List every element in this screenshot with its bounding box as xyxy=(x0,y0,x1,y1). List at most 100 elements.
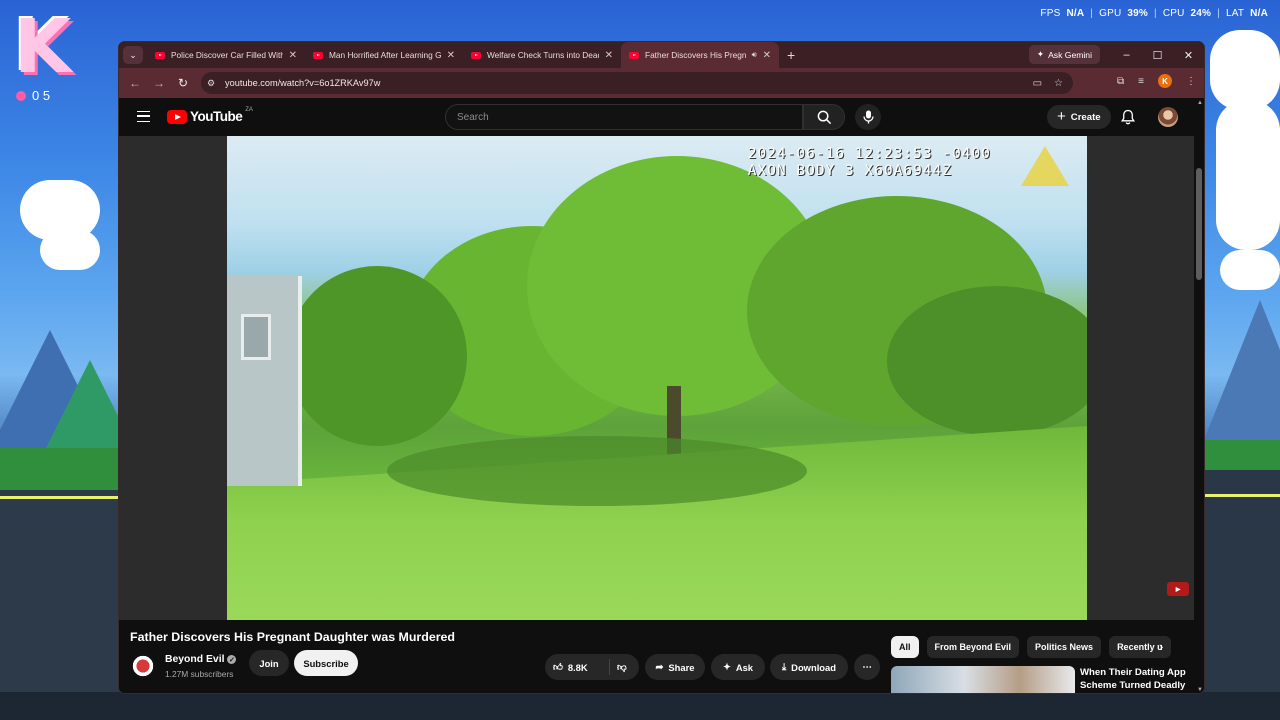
search-icon xyxy=(817,110,831,124)
site-info-icon[interactable]: ⚙ xyxy=(207,78,217,88)
create-label: Create xyxy=(1070,111,1101,123)
youtube-logo[interactable]: YouTube ZA xyxy=(167,106,253,124)
house-siding xyxy=(227,276,302,486)
channel-avatar[interactable] xyxy=(130,653,156,679)
tab-1[interactable]: Police Discover Car Filled With ✕ xyxy=(147,42,305,68)
minimize-icon[interactable]: – xyxy=(1111,42,1142,68)
close-window-icon[interactable]: ✕ xyxy=(1173,42,1204,68)
search-input[interactable]: Search xyxy=(445,104,803,130)
thumbs-down-icon[interactable]: 👎︎ xyxy=(617,661,627,673)
like-divider xyxy=(609,659,610,675)
url-text[interactable]: youtube.com/watch?v=6o1ZRKAv97w xyxy=(225,78,380,88)
close-tab-icon[interactable]: ✕ xyxy=(289,50,297,61)
chip-politics-news[interactable]: Politics News xyxy=(1027,636,1102,658)
share-label: Share xyxy=(668,661,695,673)
audio-visualizer-line xyxy=(1204,494,1280,497)
bookmark-star-icon[interactable]: ☆ xyxy=(1054,78,1063,89)
browser-window: ⌄ Police Discover Car Filled With ✕ Man … xyxy=(118,41,1205,694)
omnibox-actions: ▭ ☆ xyxy=(1033,72,1063,94)
new-tab-button[interactable]: + xyxy=(787,47,795,63)
bodycam-timestamp: 2024-06-16 12:23:53 -0400 xyxy=(747,146,991,162)
create-button[interactable]: + Create xyxy=(1047,105,1111,129)
scroll-down-icon[interactable]: ▼ xyxy=(1197,687,1203,693)
sparkle-icon: ✦ xyxy=(722,661,731,672)
youtube-favicon-icon xyxy=(155,51,165,59)
youtube-favicon-icon xyxy=(471,51,481,59)
join-label: Join xyxy=(259,657,279,669)
more-actions-button[interactable]: ⋯ xyxy=(854,654,880,680)
hamburger-menu-icon[interactable] xyxy=(137,111,150,122)
microphone-icon xyxy=(862,110,874,124)
notifications-bell-icon[interactable] xyxy=(1121,109,1135,125)
performance-overlay: FPS N/A | GPU 39% | CPU 24% | LAT N/A xyxy=(1040,8,1268,19)
share-button[interactable]: ➦ Share xyxy=(645,654,705,680)
download-button[interactable]: ⤓ Download xyxy=(770,654,848,680)
mountain xyxy=(1200,300,1280,450)
chip-from-channel[interactable]: From Beyond Evil xyxy=(926,636,1020,658)
channel-name-text: Beyond Evil xyxy=(165,654,225,665)
speaker-icon[interactable]: 🔊︎ xyxy=(752,50,757,60)
close-tab-icon[interactable]: ✕ xyxy=(447,50,455,61)
tree-foliage xyxy=(287,266,467,446)
close-tab-icon[interactable]: ✕ xyxy=(605,50,613,61)
window-controls: – ☐ ✕ xyxy=(1111,42,1204,68)
video-title: Father Discovers His Pregnant Daughter w… xyxy=(130,630,456,644)
cloud xyxy=(1210,30,1280,110)
cast-icon[interactable]: ▭ xyxy=(1033,78,1042,89)
extensions-icon[interactable]: ⧉ xyxy=(1117,76,1124,87)
toolbar: ← → ↻ ⚙ youtube.com/watch?v=6o1ZRKAv97w … xyxy=(119,68,1204,98)
separator: | xyxy=(1090,8,1094,19)
address-bar[interactable]: ⚙ youtube.com/watch?v=6o1ZRKAv97w ▭ ☆ xyxy=(201,72,1073,94)
toolbar-right: ⧉ ≡ K ⋮ xyxy=(1117,74,1196,88)
chip-all[interactable]: All xyxy=(891,636,919,658)
user-avatar[interactable] xyxy=(1158,107,1178,127)
scrollbar-thumb[interactable] xyxy=(1196,168,1202,280)
channel-name[interactable]: Beyond Evil ✓ xyxy=(165,654,237,665)
page-scrollbar[interactable]: ▲ ▼ xyxy=(1194,98,1204,693)
recommendation-thumbnail[interactable] xyxy=(891,666,1075,693)
close-tab-icon[interactable]: ✕ xyxy=(763,50,771,61)
channel-watermark-icon[interactable]: ▶ xyxy=(1167,582,1189,596)
gpu-value: 39% xyxy=(1127,8,1148,19)
ask-button[interactable]: ✦ Ask xyxy=(711,654,765,680)
maximize-icon[interactable]: ☐ xyxy=(1142,42,1173,68)
tab-3[interactable]: Welfare Check Turns into Deadl ✕ xyxy=(463,42,621,68)
subscribe-button[interactable]: Subscribe xyxy=(294,650,358,676)
country-code: ZA xyxy=(245,106,253,113)
tab-title: Welfare Check Turns into Deadl xyxy=(487,50,599,60)
like-button[interactable]: 👍︎ 8.8K 👎︎ xyxy=(545,654,639,680)
video-frame[interactable]: 2024-06-16 12:23:53 -0400 AXON BODY 3 X6… xyxy=(227,136,1087,620)
gpu-label: GPU xyxy=(1099,8,1122,19)
voice-search-button[interactable] xyxy=(855,104,881,130)
forward-icon[interactable]: → xyxy=(147,76,171,90)
profile-avatar[interactable]: K xyxy=(1158,74,1172,88)
back-icon[interactable]: ← xyxy=(123,76,147,90)
tab-search-button[interactable]: ⌄ xyxy=(123,46,143,64)
youtube-favicon-icon xyxy=(629,51,639,59)
lat-label: LAT xyxy=(1225,8,1245,19)
video-player[interactable]: 2024-06-16 12:23:53 -0400 AXON BODY 3 X6… xyxy=(119,136,1197,620)
youtube-play-icon xyxy=(167,109,187,124)
chevron-right-icon[interactable]: › xyxy=(1159,639,1163,654)
scroll-up-icon[interactable]: ▲ xyxy=(1197,100,1203,106)
join-button[interactable]: Join xyxy=(249,650,289,676)
tab-2[interactable]: Man Horrified After Learning Gi ✕ xyxy=(305,42,463,68)
ask-gemini-button[interactable]: ✦ Ask Gemini xyxy=(1028,45,1100,64)
tab-title: Father Discovers His Pregnant xyxy=(645,50,746,60)
plus-icon: + xyxy=(1057,108,1066,125)
reload-icon[interactable]: ↻ xyxy=(171,76,195,90)
reading-list-icon[interactable]: ≡ xyxy=(1138,76,1144,87)
more-menu-icon[interactable]: ⋮ xyxy=(1186,76,1196,87)
thumbs-up-icon: 👍︎ xyxy=(553,661,563,672)
search-placeholder: Search xyxy=(457,111,489,123)
tab-4-active[interactable]: Father Discovers His Pregnant 🔊︎ ✕ xyxy=(621,42,779,68)
k-logo: K xyxy=(14,4,72,90)
k-badge: 0 5 xyxy=(16,88,50,103)
recommendation-title[interactable]: When Their Dating App Scheme Turned Dead… xyxy=(1080,666,1190,692)
cloud xyxy=(1220,250,1280,290)
search-button[interactable] xyxy=(803,104,845,130)
tab-title: Man Horrified After Learning Gi xyxy=(329,50,441,60)
download-icon: ⤓ xyxy=(782,661,787,672)
cloud xyxy=(40,230,100,270)
chevron-down-icon: ⌄ xyxy=(129,49,137,60)
